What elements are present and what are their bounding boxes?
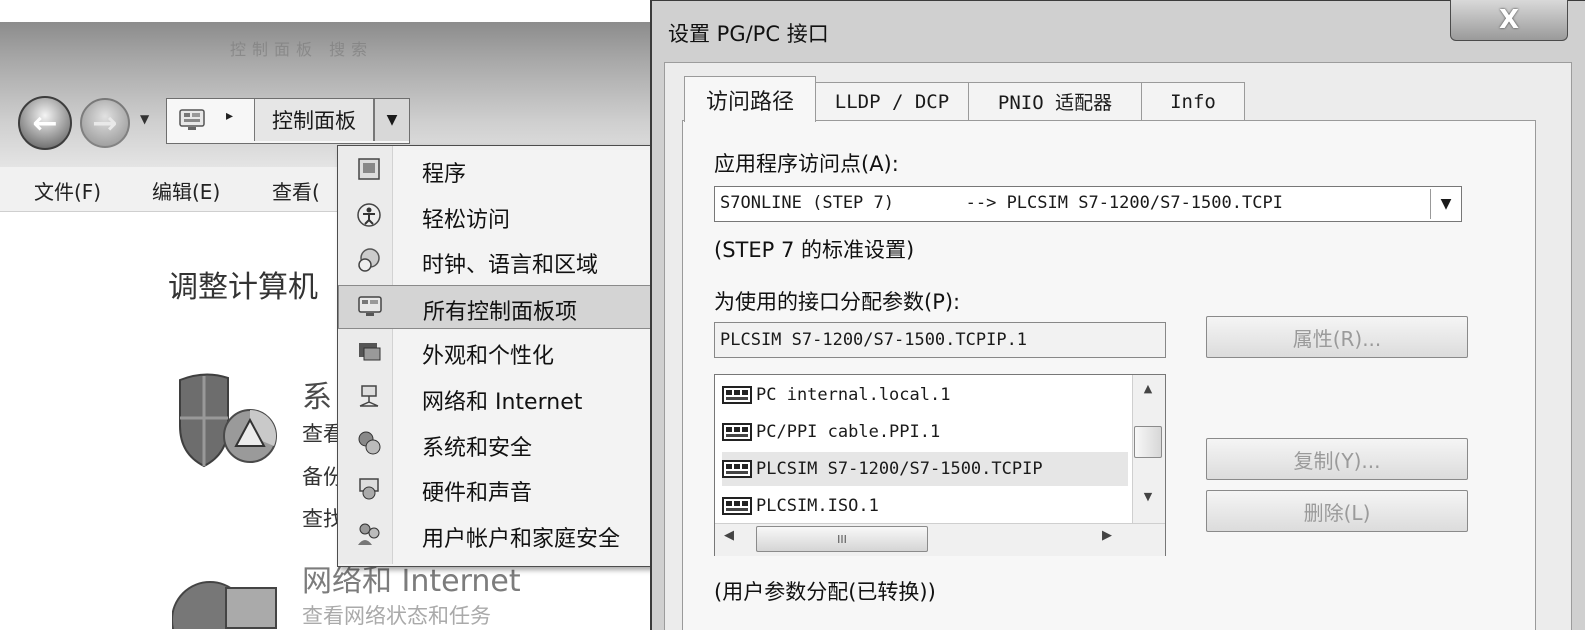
- forward-button[interactable]: →: [80, 98, 130, 148]
- scroll-right-icon[interactable]: ▶: [1102, 528, 1112, 543]
- network-card-icon: [722, 497, 752, 515]
- menu-view[interactable]: 查看(: [272, 176, 320, 205]
- menu-file[interactable]: 文件(F): [34, 176, 101, 205]
- tab-access-path[interactable]: 访问路径: [684, 76, 816, 122]
- interface-list-item[interactable]: PC/PPI cable.PPI.1: [722, 415, 1128, 449]
- properties-button[interactable]: 属性(R)...: [1206, 316, 1468, 358]
- param-assignment-label: 为使用的接口分配参数(P):: [714, 290, 961, 314]
- arrow-left-icon: ←: [32, 105, 58, 141]
- delete-button[interactable]: 删除(L): [1206, 490, 1468, 532]
- dropdown-menu-item-label: 系统和安全: [422, 435, 533, 461]
- recent-pages-dropdown[interactable]: ▼: [140, 112, 154, 126]
- access-point-label: 应用程序访问点(A):: [714, 152, 899, 176]
- interface-list-item[interactable]: PLCSIM S7-1200/S7-1500.TCPIP: [722, 452, 1128, 486]
- all-control-panel-icon: [358, 296, 382, 316]
- window-title-faded: 控制面板 搜索: [230, 40, 374, 59]
- breadcrumb-separator-icon[interactable]: ▸: [226, 108, 233, 124]
- network-card-icon: [722, 386, 752, 404]
- scroll-down-icon[interactable]: ▼: [1132, 490, 1164, 510]
- breadcrumb-dropdown-button[interactable]: ▼: [374, 99, 409, 141]
- dropdown-menu-item-label: 时钟、语言和区域: [422, 253, 599, 279]
- dropdown-menu-item[interactable]: 轻松访问: [338, 194, 656, 238]
- close-button[interactable]: X: [1450, 0, 1568, 41]
- scroll-up-icon[interactable]: ▲: [1132, 382, 1164, 402]
- dropdown-menu-item[interactable]: 时钟、语言和区域: [338, 239, 656, 283]
- ease-of-access-icon: [357, 202, 381, 227]
- interface-name: PC internal.local.1: [756, 385, 951, 405]
- dropdown-menu-item-label: 用户帐户和家庭安全: [422, 526, 621, 552]
- vertical-scroll-thumb[interactable]: [1134, 426, 1162, 458]
- category-link[interactable]: 查看网络状态和任务: [302, 600, 491, 630]
- network-card-icon: [722, 460, 752, 478]
- access-point-note: (STEP 7 的标准设置): [714, 238, 915, 262]
- horizontal-scroll-thumb[interactable]: III: [756, 526, 928, 552]
- tab-info[interactable]: Info: [1141, 82, 1245, 120]
- scroll-left-icon[interactable]: ◀: [724, 528, 734, 543]
- interface-name: PC/PPI cable.PPI.1: [756, 422, 941, 442]
- dropdown-menu-item[interactable]: 网络和 Internet: [338, 376, 656, 420]
- dropdown-menu-item[interactable]: 程序: [338, 148, 656, 192]
- control-panel-icon: [179, 109, 205, 130]
- interface-list-item[interactable]: PLCSIM.ISO.1: [722, 489, 1128, 523]
- appearance-icon: [359, 343, 381, 361]
- dropdown-menu-item-label: 所有控制面板项: [423, 299, 578, 325]
- network-globe-icon: [172, 581, 277, 629]
- access-point-value[interactable]: S7ONLINE (STEP 7) --> PLCSIM S7-1200/S7-…: [720, 193, 1283, 213]
- chevron-down-icon: ▼: [1440, 196, 1452, 212]
- dropdown-menu-item-label: 外观和个性化: [422, 344, 555, 370]
- interface-name: PLCSIM S7-1200/S7-1500.TCPIP: [756, 459, 1043, 479]
- dropdown-menu-item[interactable]: 用户帐户和家庭安全: [338, 513, 656, 557]
- close-icon: X: [1498, 5, 1520, 35]
- interface-name: PLCSIM.ISO.1: [756, 496, 879, 516]
- dropdown-menu-item-label: 硬件和声音: [422, 481, 533, 507]
- category-title-system[interactable]: 系: [302, 372, 332, 416]
- programs-icon: [358, 158, 380, 180]
- arrow-right-icon: →: [92, 105, 118, 141]
- dropdown-menu-item-label: 网络和 Internet: [422, 390, 583, 415]
- hardware-sound-icon: [359, 478, 379, 500]
- dropdown-menu-item[interactable]: 硬件和声音: [338, 467, 656, 511]
- dropdown-menu-item-label: 程序: [422, 162, 467, 187]
- breadcrumb-control-panel[interactable]: 控制面板: [254, 99, 374, 141]
- dropdown-menu-item[interactable]: 外观和个性化: [338, 330, 656, 374]
- tab-pnio-adapter[interactable]: PNIO 适配器: [968, 82, 1142, 120]
- dialog-title: 设置 PG/PC 接口: [668, 22, 829, 46]
- chevron-down-icon: ▼: [386, 112, 398, 128]
- shield-icon: [179, 373, 277, 468]
- network-card-icon: [722, 423, 752, 441]
- user-accounts-icon: [358, 523, 380, 545]
- dropdown-menu-item[interactable]: 所有控制面板项: [338, 284, 656, 329]
- network-icon: [359, 385, 379, 407]
- dropdown-menu-item[interactable]: 系统和安全: [338, 422, 656, 466]
- back-button[interactable]: ←: [18, 96, 72, 150]
- param-assignment-value: PLCSIM S7-1200/S7-1500.TCPIP.1: [720, 330, 1028, 350]
- access-point-dropdown-button[interactable]: ▼: [1430, 189, 1461, 219]
- menu-edit[interactable]: 编辑(E): [152, 176, 220, 205]
- copy-button[interactable]: 复制(Y)...: [1206, 438, 1468, 480]
- dropdown-menu-item-label: 轻松访问: [422, 207, 511, 233]
- page-heading: 调整计算机: [168, 270, 318, 305]
- interface-list-item[interactable]: PC internal.local.1: [722, 378, 1128, 412]
- desktop-strip: [0, 0, 660, 22]
- user-param-note: (用户参数分配(已转换)): [714, 580, 936, 604]
- clock-language-icon: [358, 248, 380, 272]
- tab-lldp-dcp[interactable]: LLDP / DCP: [815, 82, 969, 120]
- system-security-icon: [358, 431, 381, 455]
